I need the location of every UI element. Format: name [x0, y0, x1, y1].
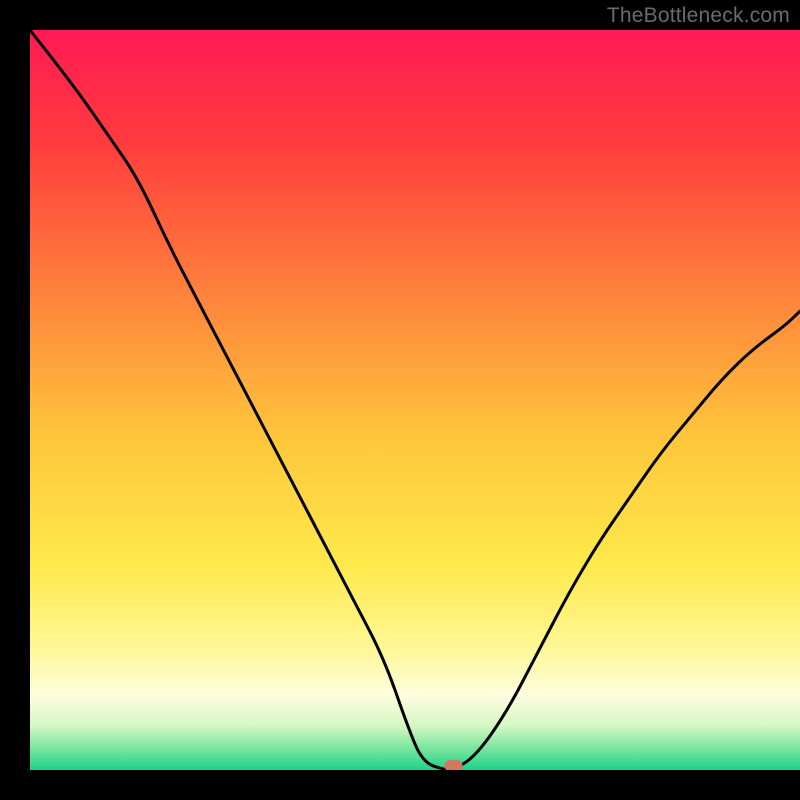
- plot-area: [30, 30, 800, 770]
- gradient-background: [30, 30, 800, 770]
- chart-frame: TheBottleneck.com: [0, 0, 800, 800]
- optimum-marker: [445, 760, 463, 770]
- watermark-text: TheBottleneck.com: [607, 4, 790, 28]
- chart-svg: [30, 30, 800, 770]
